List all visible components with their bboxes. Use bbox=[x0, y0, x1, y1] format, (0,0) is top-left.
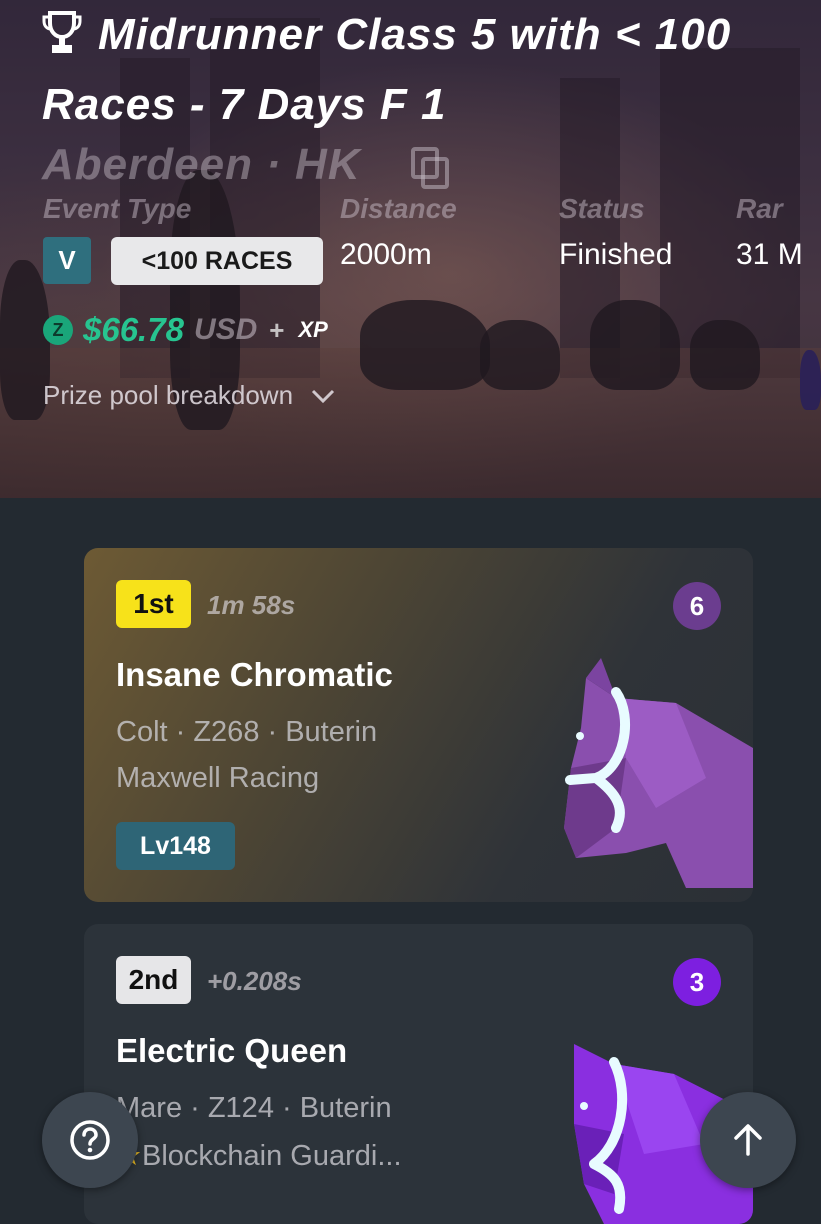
scroll-top-button[interactable] bbox=[700, 1092, 796, 1188]
prize-currency: USD bbox=[193, 313, 258, 346]
horse-info: Mare · Z124 · Buterin bbox=[116, 1092, 392, 1124]
position-badge: 1st bbox=[116, 580, 191, 628]
event-type-badge: V bbox=[43, 237, 91, 284]
gate-number: 3 bbox=[673, 958, 721, 1006]
result-card-1[interactable]: 1st 1m 58s 6 Insane Chromatic Colt · Z26… bbox=[84, 548, 753, 902]
position-badge: 2nd bbox=[116, 956, 191, 1004]
help-icon bbox=[70, 1120, 110, 1160]
status-value: Finished bbox=[559, 238, 673, 271]
horse-name[interactable]: Electric Queen bbox=[116, 1032, 347, 1070]
prize-amount: $66.78 bbox=[83, 311, 184, 348]
prize-breakdown-label: Prize pool breakdown bbox=[43, 380, 294, 410]
race-time: +0.208s bbox=[207, 966, 302, 996]
status-label: Status bbox=[559, 193, 645, 224]
distance-label: Distance bbox=[340, 193, 457, 224]
stable-row[interactable]: ★Blockchain Guardi... bbox=[116, 1138, 402, 1173]
zed-icon: Z bbox=[43, 315, 73, 345]
prize-plus: + bbox=[269, 314, 285, 345]
race-time: 1m 58s bbox=[207, 590, 296, 620]
trophy-icon bbox=[42, 11, 82, 54]
help-button[interactable] bbox=[42, 1092, 138, 1188]
event-title: Midrunner Class 5 with < 100 Races - 7 D… bbox=[42, 0, 782, 140]
chevron-down-icon bbox=[311, 389, 335, 403]
copy-icon[interactable] bbox=[410, 146, 450, 190]
horse-name[interactable]: Insane Chromatic bbox=[116, 656, 393, 694]
races-value: 31 M bbox=[736, 238, 803, 271]
gate-number: 6 bbox=[673, 582, 721, 630]
prize-xp: XP bbox=[298, 317, 328, 342]
prize-breakdown-toggle[interactable]: Prize pool breakdown bbox=[43, 380, 335, 411]
races-label: Rar bbox=[736, 193, 783, 224]
distance-value: 2000m bbox=[340, 238, 432, 271]
level-badge: Lv148 bbox=[116, 822, 235, 870]
arrow-up-icon bbox=[734, 1124, 762, 1156]
horse-info: Colt · Z268 · Buterin bbox=[116, 716, 378, 748]
races-badge: <100 RACES bbox=[111, 237, 323, 285]
event-type-label: Event Type bbox=[43, 193, 192, 224]
stable-name[interactable]: Maxwell Racing bbox=[116, 762, 319, 795]
event-title-text: Midrunner Class 5 with < 100 Races - 7 D… bbox=[42, 10, 732, 129]
prize-row: Z $66.78 USD + XP bbox=[43, 308, 328, 352]
horse-image bbox=[564, 658, 753, 888]
event-location: Aberdeen · HK bbox=[42, 140, 361, 189]
result-card-2[interactable]: 2nd +0.208s 3 Electric Queen Mare · Z124… bbox=[84, 924, 753, 1224]
stable-name: Blockchain Guardi... bbox=[142, 1140, 402, 1172]
